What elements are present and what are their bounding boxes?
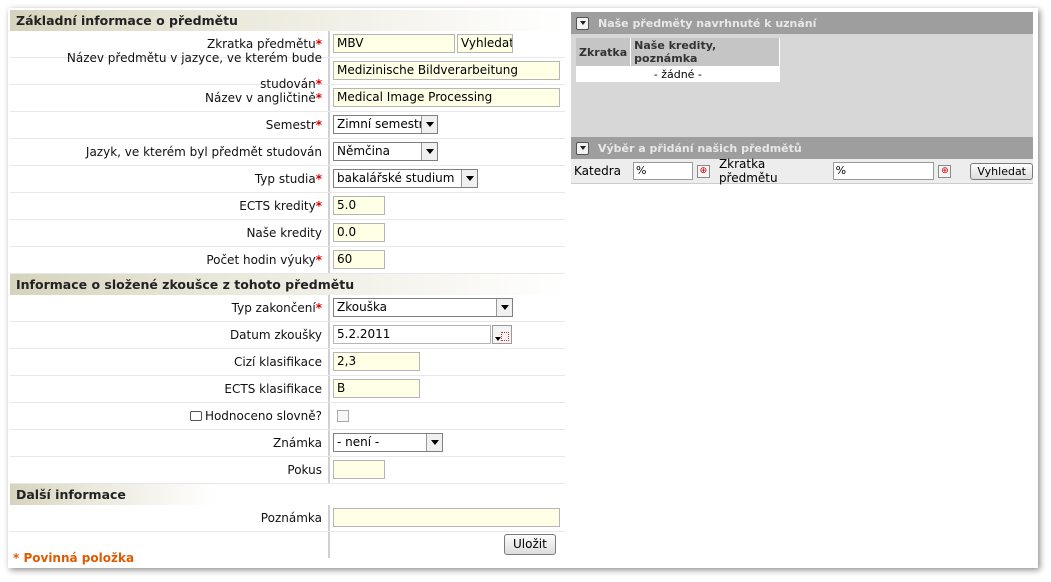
- completion-label: Typ zakončení: [231, 301, 316, 315]
- required-star: *: [315, 253, 322, 267]
- col-credits-header: Naše kredity, poznámka: [630, 38, 781, 66]
- our-credits-input[interactable]: 0.0: [333, 223, 385, 242]
- section-basic-info: Základní informace o předmětu: [10, 10, 565, 31]
- mark-value: - není -: [337, 435, 380, 449]
- name-en-input[interactable]: Medical Image Processing: [333, 88, 560, 107]
- our-credits-label: Naše kredity: [246, 226, 322, 240]
- panel-suggested-header[interactable]: Naše předměty navrhnuté k uznání: [571, 12, 1033, 34]
- empty-row: - žádné -: [576, 66, 780, 82]
- row-attempt: Pokus: [10, 457, 565, 484]
- row-note: Poznámka: [10, 505, 565, 532]
- verbal-label: Hodnoceno slovně?: [204, 409, 322, 423]
- required-star: *: [315, 118, 322, 132]
- calendar-icon[interactable]: [492, 325, 512, 344]
- ects-input[interactable]: 5.0: [333, 196, 385, 215]
- name-en-label: Název v angličtině: [205, 91, 316, 105]
- language-label: Jazyk, ve kterém byl předmět studován: [85, 145, 322, 159]
- suggested-table: Zkratka Naše kredity, poznámka - žádné -: [576, 38, 781, 82]
- date-label: Datum zkoušky: [229, 328, 322, 342]
- row-exam-date: Datum zkoušky 5.2.2011: [10, 322, 565, 349]
- semester-select[interactable]: Zimní semestr: [333, 115, 438, 134]
- completion-select[interactable]: Zkouška: [333, 298, 513, 317]
- chevron-down-icon[interactable]: [461, 170, 477, 187]
- exam-date-input[interactable]: 5.2.2011: [333, 325, 491, 344]
- required-star: *: [315, 172, 322, 186]
- study-type-value: bakalářské studium: [337, 171, 455, 185]
- subject-form: Základní informace o předmětu Zkratka př…: [10, 10, 565, 558]
- chevron-down-icon[interactable]: [426, 434, 442, 451]
- comment-icon: [189, 410, 202, 421]
- mark-label: Známka: [273, 436, 322, 450]
- col-code-header: Zkratka: [576, 38, 632, 66]
- foreign-grade-input[interactable]: 2,3: [333, 352, 420, 371]
- chevron-down-icon[interactable]: [421, 143, 437, 160]
- panel-suggested-body: Zkratka Naše kredity, poznámka - žádné -: [571, 34, 1033, 137]
- name-input[interactable]: Medizinische Bildverarbeitung: [333, 61, 560, 80]
- dept-input[interactable]: %: [633, 162, 693, 180]
- hours-input[interactable]: 60: [333, 250, 385, 269]
- hours-label: Počet hodin výuky: [206, 253, 316, 267]
- code-input[interactable]: MBV: [333, 34, 455, 53]
- panel-select-title: Výběr a přidání našich předmětů: [598, 141, 802, 155]
- row-verbal: Hodnoceno slovně?: [10, 403, 565, 430]
- required-star: *: [315, 91, 322, 105]
- row-study-type: Typ studia* bakalářské studium: [10, 166, 565, 193]
- picker-icon[interactable]: ⊕: [696, 164, 710, 178]
- filter-code-label: Zkratka předmětu: [718, 157, 778, 185]
- dept-label: Katedra: [574, 164, 622, 178]
- row-mark: Známka - není -: [10, 430, 565, 457]
- verbal-checkbox[interactable]: [337, 410, 349, 422]
- row-our-credits: Naše kredity 0.0: [10, 220, 565, 247]
- side-panels: Naše předměty navrhnuté k uznání Zkratka…: [571, 12, 1033, 185]
- language-value: Němčina: [337, 144, 390, 158]
- collapse-toggle-icon[interactable]: [576, 141, 589, 155]
- foreign-grade-label: Cizí klasifikace: [233, 355, 322, 369]
- mark-select[interactable]: - není -: [333, 433, 443, 452]
- ects-grade-input[interactable]: B: [333, 379, 420, 398]
- panel-select-filter: Katedra % ⊕ Zkratka předmětu % ⊕ Vyhleda…: [571, 157, 1033, 185]
- save-button[interactable]: Uložit: [504, 534, 556, 555]
- collapse-toggle-icon[interactable]: [576, 16, 589, 30]
- required-star: *: [315, 301, 322, 315]
- semester-label: Semestr: [265, 118, 316, 132]
- code-search-button[interactable]: Vyhledat: [457, 34, 513, 53]
- study-type-label: Typ studia: [254, 172, 316, 186]
- filter-code-input[interactable]: %: [832, 162, 935, 180]
- row-foreign-grade: Cizí klasifikace 2,3: [10, 349, 565, 376]
- language-select[interactable]: Němčina: [333, 142, 438, 161]
- row-language: Jazyk, ve kterém byl předmět studován Ně…: [10, 139, 565, 166]
- note-label: Poznámka: [260, 511, 322, 525]
- row-ects-grade: ECTS klasifikace B: [10, 376, 565, 403]
- row-hours: Počet hodin výuky* 60: [10, 247, 565, 274]
- row-ects: ECTS kredity* 5.0: [10, 193, 565, 220]
- completion-value: Zkouška: [337, 300, 388, 314]
- ects-label: ECTS kredity: [239, 199, 316, 213]
- chevron-down-icon[interactable]: [496, 299, 512, 316]
- row-semester: Semestr* Zimní semestr: [10, 112, 565, 139]
- ects-grade-label: ECTS klasifikace: [224, 382, 322, 396]
- row-name: Název předmětu v jazyce, ve kterém bude …: [10, 51, 565, 91]
- chevron-down-icon[interactable]: [421, 116, 437, 133]
- section-other-info: Další informace: [10, 484, 216, 505]
- filter-search-button[interactable]: Vyhledat: [970, 162, 1033, 180]
- study-type-select[interactable]: bakalářské studium: [333, 169, 478, 188]
- attempt-input[interactable]: [333, 460, 385, 479]
- section-exam-info: Informace o složené zkoušce z tohoto pře…: [10, 274, 565, 295]
- panel-select-header[interactable]: Výběr a přidání našich předmětů: [571, 137, 1033, 159]
- picker-icon[interactable]: ⊕: [938, 164, 952, 178]
- attempt-label: Pokus: [287, 463, 322, 477]
- row-name-en: Název v angličtině* Medical Image Proces…: [10, 85, 565, 112]
- note-input[interactable]: [333, 508, 560, 527]
- row-completion: Typ zakončení* Zkouška: [10, 295, 565, 322]
- semester-value: Zimní semestr: [337, 117, 424, 131]
- required-note: * Povinná položka: [13, 551, 135, 565]
- panel-suggested-title: Naše předměty navrhnuté k uznání: [598, 16, 817, 30]
- required-star: *: [315, 199, 322, 213]
